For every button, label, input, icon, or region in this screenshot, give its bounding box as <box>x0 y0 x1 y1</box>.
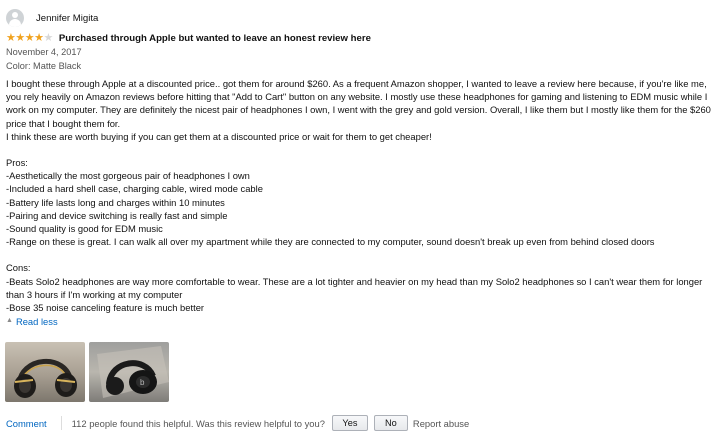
headphones-black-image: b <box>97 346 169 398</box>
pros-item: -Included a hard shell case, charging ca… <box>6 183 263 195</box>
review-actions: Comment 112 people found this helpful. W… <box>6 414 469 432</box>
review-paragraph: I think these are worth buying if you ca… <box>6 130 432 142</box>
cons-title: Cons: <box>6 262 31 274</box>
review-date: November 4, 2017 <box>6 47 82 57</box>
headphones-photo-gold[interactable] <box>5 342 85 402</box>
pros-item: -Battery life lasts long and charges wit… <box>6 196 225 208</box>
read-less-label: Read less <box>15 316 58 328</box>
headphones-gold-image <box>14 358 77 398</box>
star-filled-icon: ★ <box>34 31 44 44</box>
pros-item: -Sound quality is good for EDM music <box>6 223 163 235</box>
headphones-photo-black[interactable]: b <box>89 342 169 402</box>
read-less-link[interactable]: ▲ Read less <box>6 316 718 327</box>
comment-link[interactable]: Comment <box>6 418 47 429</box>
star-filled-icon: ★ <box>24 31 35 44</box>
pros-item: -Aesthetically the most gorgeous pair of… <box>6 170 250 182</box>
cons-item: -Bose 35 noise canceling feature is much… <box>6 302 205 314</box>
report-abuse-link[interactable]: Report abuse <box>413 418 469 429</box>
review-headline[interactable]: Purchased through Apple but wanted to le… <box>59 33 371 44</box>
helpful-yes-button[interactable]: Yes <box>331 415 368 431</box>
helpful-no-button[interactable]: No <box>373 415 408 431</box>
review-card: Jennifer Migita ★ ★ ★ ★ ★ Purchased through … <box>6 8 718 327</box>
avatar-torso <box>9 19 21 27</box>
product-variant: Color: Matte Black <box>6 60 82 71</box>
chevron-up-icon: ▲ <box>6 317 13 325</box>
review-photos: b <box>5 342 169 402</box>
reviewer-profile[interactable]: Jennifer Migita <box>6 8 718 28</box>
helpful-count-text: 112 people found this helpful. Was this … <box>71 417 325 429</box>
cons-list: -Beats Solo2 headphones are way more com… <box>6 275 718 315</box>
pros-title: Pros: <box>6 157 28 169</box>
divider <box>60 416 62 430</box>
review-body: I bought these through Apple at a discou… <box>6 77 718 314</box>
avatar[interactable] <box>6 9 24 27</box>
pros-item: -Range on these is great. I can walk all… <box>6 236 655 248</box>
rating-row: ★ ★ ★ ★ ★ Purchased through Apple but wanted… <box>6 31 718 45</box>
avatar-head <box>12 12 18 18</box>
pros-item: -Pairing and device switching is really … <box>6 209 228 221</box>
star-empty-icon: ★ <box>43 31 54 44</box>
star-rating[interactable]: ★ ★ ★ ★ ★ <box>6 31 54 44</box>
star-filled-icon: ★ <box>6 31 16 44</box>
pros-list: -Aesthetically the most gorgeous pair of… <box>6 169 718 248</box>
review-paragraph: I bought these through Apple at a discou… <box>6 78 711 129</box>
svg-text:b: b <box>140 378 145 387</box>
cons-item: -Beats Solo2 headphones are way more com… <box>6 275 703 300</box>
reviewer-name[interactable]: Jennifer Migita <box>36 13 98 24</box>
star-filled-icon: ★ <box>15 31 25 44</box>
